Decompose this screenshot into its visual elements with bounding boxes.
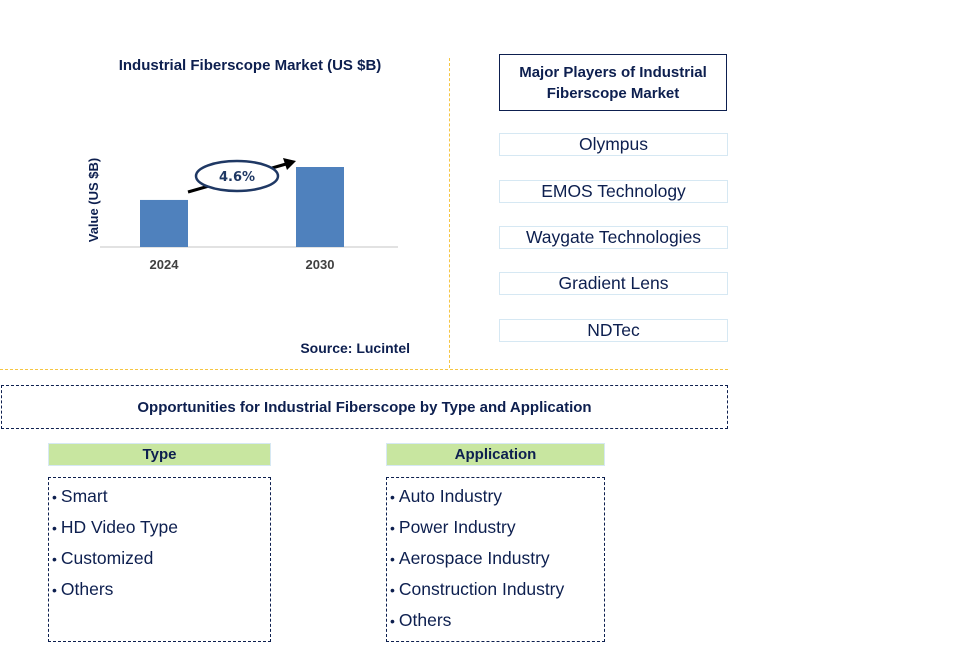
list-item: • Others: [387, 605, 604, 636]
vertical-divider: [449, 58, 450, 368]
cagr-annotation: 4.6%: [187, 158, 296, 194]
list-item: • Auto Industry: [387, 481, 604, 512]
bullet-icon: •: [52, 582, 57, 598]
list-item: • Others: [49, 574, 270, 605]
x-tick-label: 2024: [150, 257, 180, 272]
bar-2024: [140, 199, 188, 247]
bar-chart: Value (US $B) 2024 2030 4.6%: [86, 158, 398, 272]
bullet-icon: •: [390, 613, 395, 629]
player-item: NDTec: [499, 319, 728, 342]
list-item-label: Power Industry: [398, 517, 516, 537]
list-item-label: Others: [398, 610, 452, 630]
type-list: • Smart • HD Video Type • Customized • Others: [48, 477, 271, 642]
list-item-label: Others: [60, 579, 114, 599]
bullet-icon: •: [390, 551, 395, 567]
application-list: • Auto Industry • Power Industry • Aerospace …: [386, 477, 605, 642]
list-item-label: Aerospace Industry: [398, 548, 550, 568]
player-item: Olympus: [499, 133, 728, 156]
list-item: • Construction Industry: [387, 574, 604, 605]
bullet-icon: •: [390, 520, 395, 536]
list-item-label: Smart: [60, 486, 108, 506]
list-item: • Aerospace Industry: [387, 543, 604, 574]
x-tick-label: 2030: [306, 257, 335, 272]
list-item: • Customized: [49, 543, 270, 574]
bar-2030: [296, 167, 344, 247]
bullet-icon: •: [390, 582, 395, 598]
list-item: • Power Industry: [387, 512, 604, 543]
list-item: • Smart: [49, 481, 270, 512]
list-item-label: Auto Industry: [398, 486, 503, 506]
cagr-label: 4.6%: [219, 170, 255, 185]
y-axis-label: Value (US $B): [86, 158, 101, 243]
chart-title: Industrial Fiberscope Market (US $B): [118, 57, 382, 74]
list-item: • HD Video Type: [49, 512, 270, 543]
major-players-title: Major Players of Industrial Fiberscope M…: [499, 54, 727, 111]
list-item-label: Construction Industry: [398, 579, 565, 599]
player-item: Gradient Lens: [499, 272, 728, 295]
application-header: Application: [386, 443, 605, 466]
player-item: EMOS Technology: [499, 180, 728, 203]
bullet-icon: •: [390, 489, 395, 505]
list-item-label: HD Video Type: [60, 517, 178, 537]
opportunities-title: Opportunities for Industrial Fiberscope …: [1, 385, 728, 429]
player-item: Waygate Technologies: [499, 226, 728, 249]
horizontal-divider: [0, 369, 728, 370]
type-header: Type: [48, 443, 271, 466]
list-item-label: Customized: [60, 548, 154, 568]
bullet-icon: •: [52, 551, 57, 567]
bullet-icon: •: [52, 520, 57, 536]
source-label: Source: Lucintel: [300, 340, 410, 356]
bullet-icon: •: [52, 489, 57, 505]
